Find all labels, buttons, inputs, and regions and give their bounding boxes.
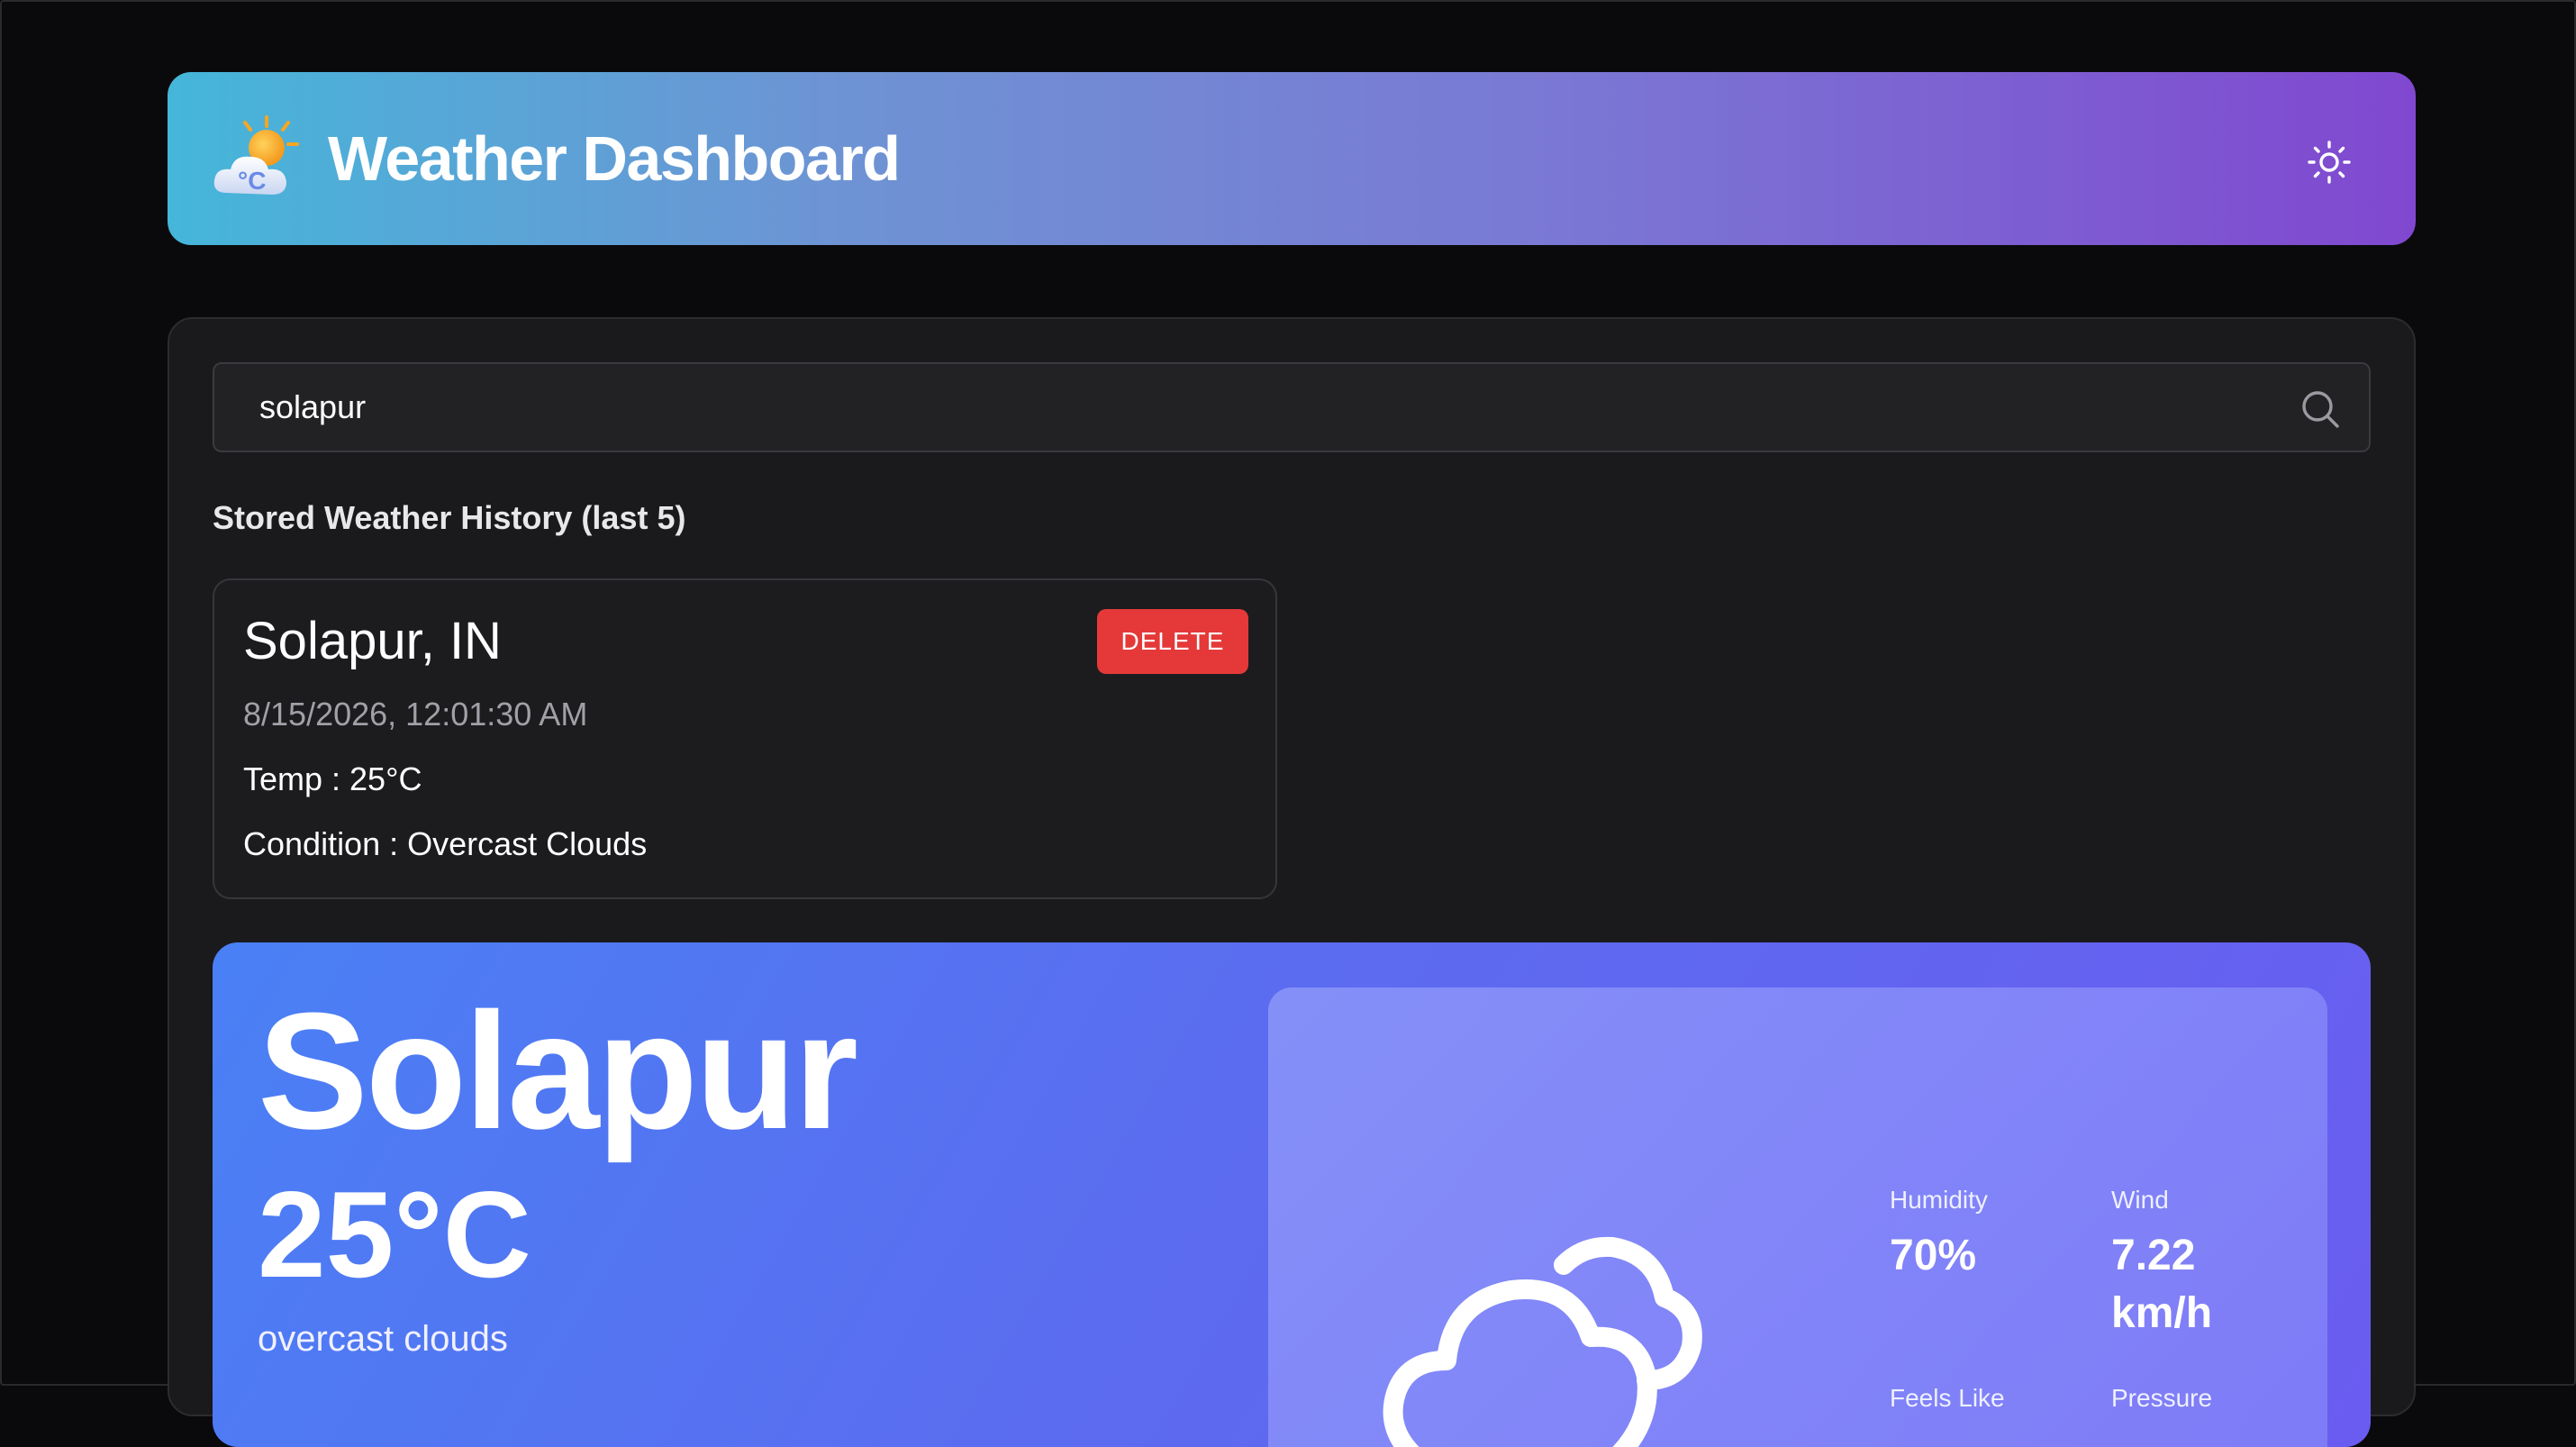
current-description: overcast clouds [258, 1319, 508, 1359]
current-city: Solapur [258, 978, 858, 1163]
history-city: Solapur, IN [243, 612, 502, 670]
history-heading: Stored Weather History (last 5) [213, 499, 686, 536]
history-card: Solapur, IN 8/15/2026, 12:01:30 AM Temp … [213, 578, 1277, 899]
sun-behind-cloud-icon: °C [213, 115, 299, 195]
history-timestamp: 8/15/2026, 12:01:30 AM [243, 696, 588, 733]
pressure-label: Pressure [2111, 1384, 2213, 1412]
humidity-label: Humidity [1890, 1186, 1988, 1214]
sun-icon [2308, 141, 2351, 184]
history-condition: Condition : Overcast Clouds [243, 825, 648, 862]
wind-stat: Wind 7.22 km/h [2111, 1186, 2291, 1342]
cloud-icon [1383, 1236, 1702, 1447]
app-window: °C Weather Dashboard Stored Weath [0, 0, 2576, 1447]
search-box [213, 362, 2371, 452]
history-temperature: Temp : 25°C [243, 760, 422, 797]
search-icon[interactable] [2299, 387, 2342, 431]
current-temperature: 25°C [258, 1166, 531, 1303]
app-header: °C Weather Dashboard [168, 72, 2416, 245]
humidity-value: 70% [1890, 1232, 1977, 1279]
humidity-stat: Humidity 70% [1890, 1186, 1988, 1285]
wind-label: Wind [2111, 1186, 2169, 1214]
theme-toggle-button[interactable] [2297, 130, 2362, 195]
weather-details-panel: Humidity 70% Wind 7.22 km/h Feels Like P… [1268, 987, 2327, 1447]
wind-value: 7.22 km/h [2111, 1232, 2213, 1337]
feels-like-label: Feels Like [1890, 1384, 2005, 1412]
app-title: Weather Dashboard [328, 123, 901, 194]
search-input[interactable] [259, 364, 2241, 450]
feels-like-stat: Feels Like [1890, 1384, 2005, 1413]
delete-button[interactable]: DELETE [1097, 609, 1248, 674]
svg-text:°C: °C [238, 167, 266, 195]
pressure-stat: Pressure [2111, 1384, 2212, 1413]
current-weather-card: Solapur 25°C overcast clouds Humidity 70… [213, 942, 2371, 1447]
